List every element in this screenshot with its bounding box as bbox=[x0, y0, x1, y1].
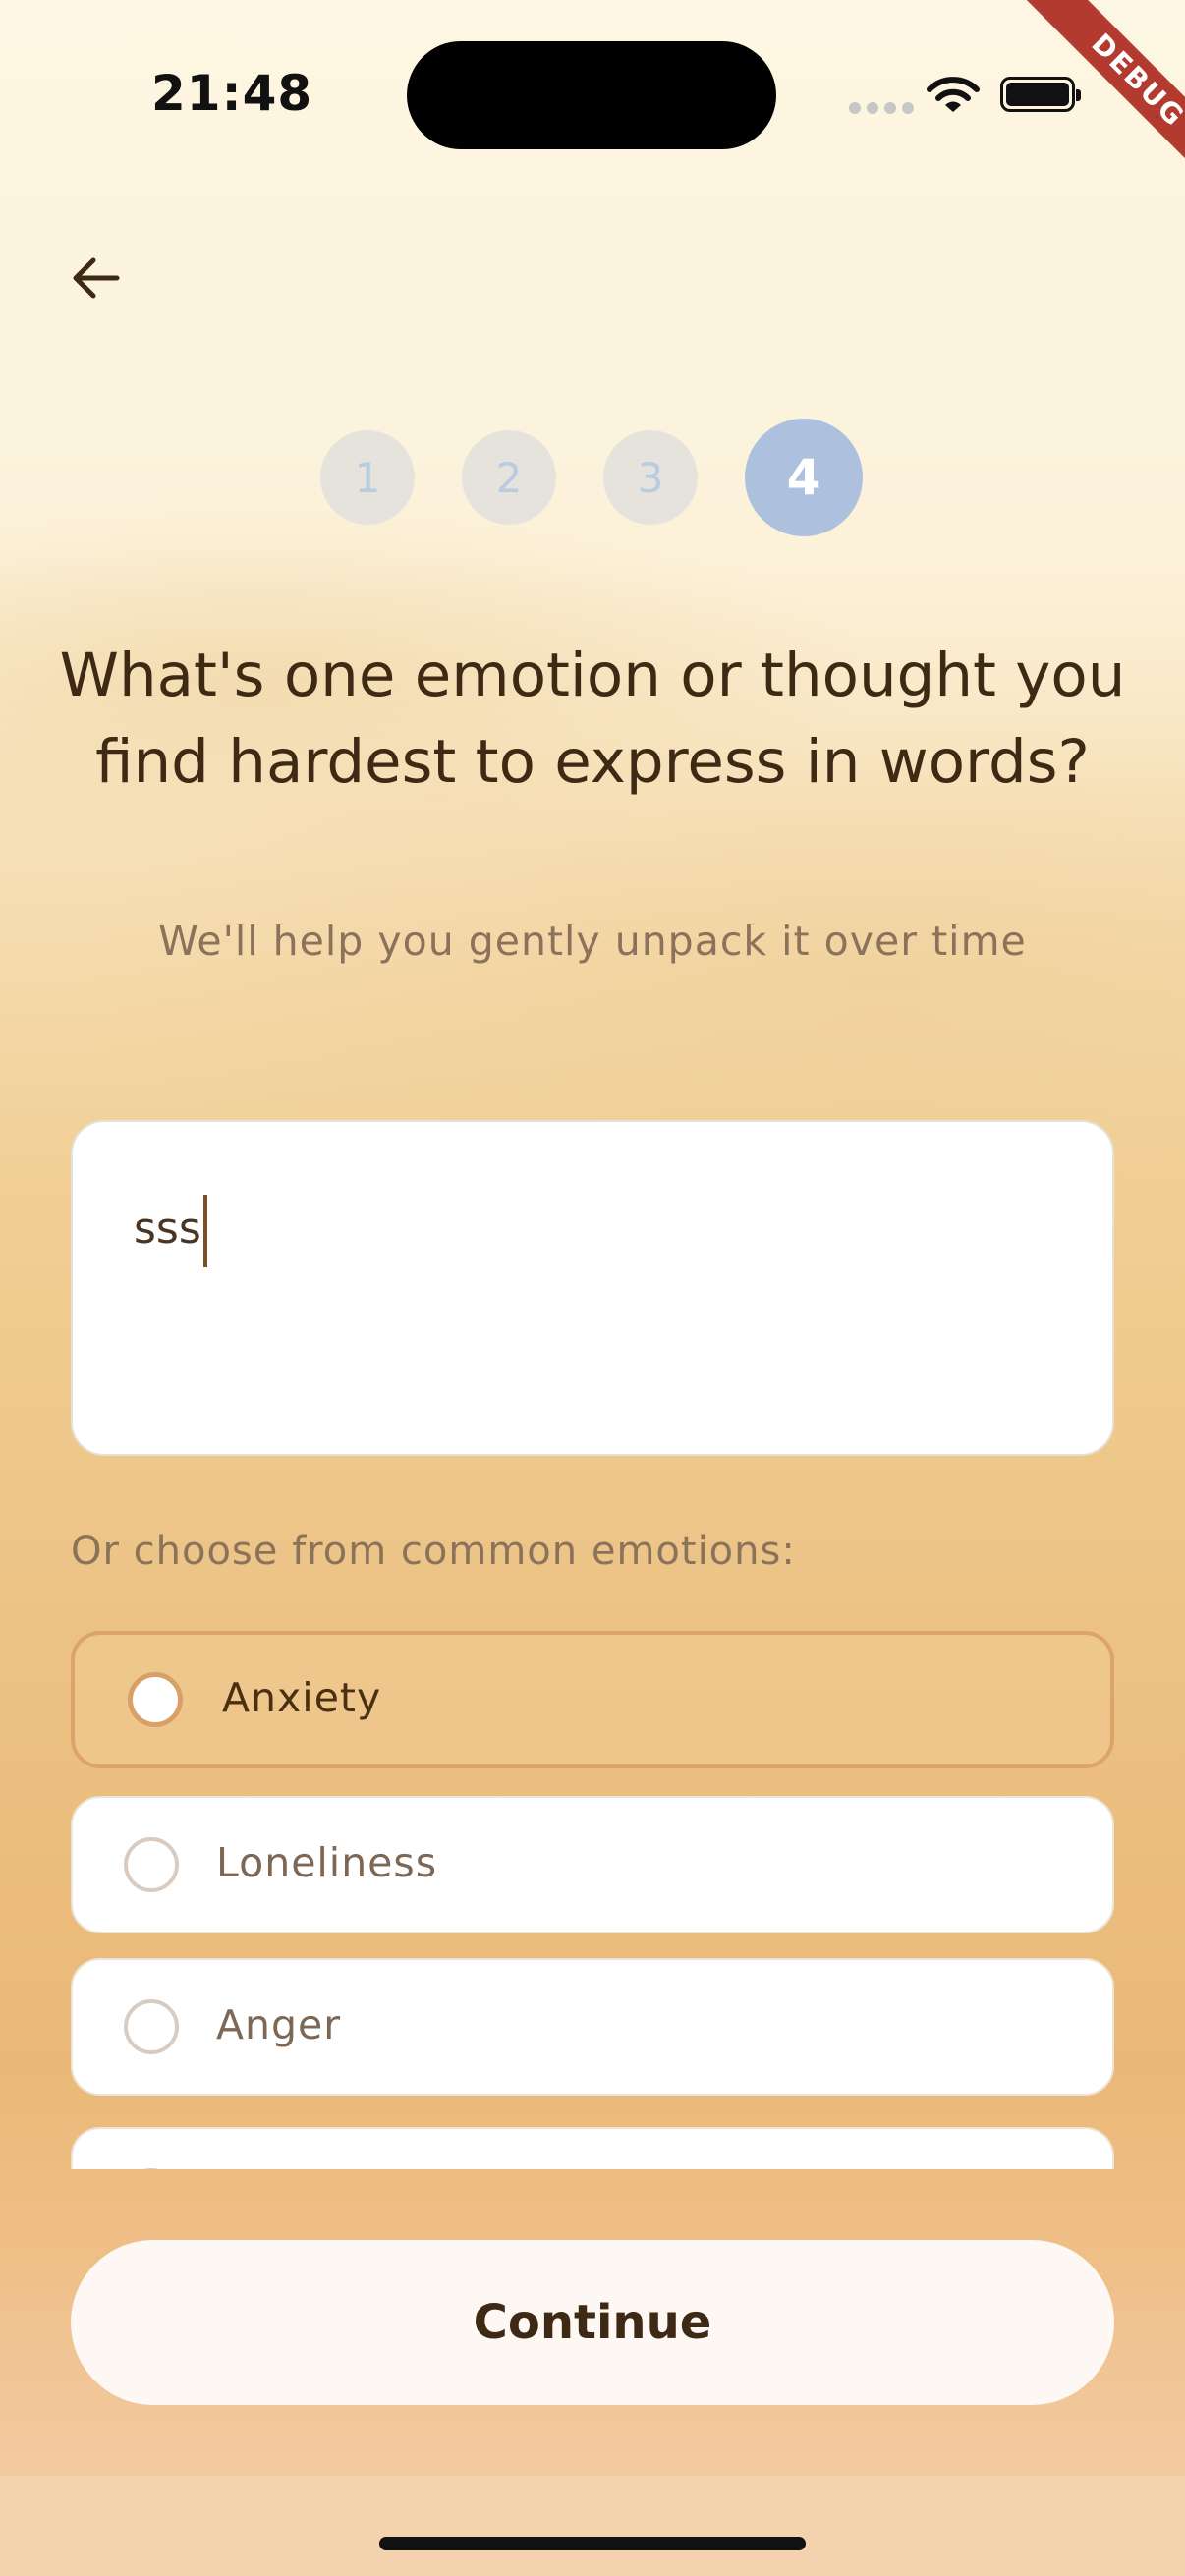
back-button[interactable] bbox=[59, 246, 132, 310]
emotion-option-anxiety[interactable]: Anxiety bbox=[71, 1631, 1114, 1768]
signal-icon bbox=[849, 102, 914, 114]
emotion-option-label: Anger bbox=[216, 2001, 342, 2048]
step-1: 1 bbox=[320, 430, 415, 525]
step-3: 3 bbox=[603, 430, 698, 525]
emotion-option-partial[interactable] bbox=[71, 2127, 1114, 2169]
radio-icon bbox=[128, 1672, 183, 1727]
continue-button[interactable]: Continue bbox=[71, 2240, 1114, 2405]
battery-icon bbox=[1000, 77, 1081, 112]
text-caret bbox=[202, 1195, 207, 1267]
emotion-options-list[interactable]: Anxiety Loneliness Anger bbox=[0, 1631, 1185, 2169]
home-indicator bbox=[379, 2537, 806, 2550]
arrow-left-icon bbox=[73, 257, 120, 299]
radio-icon bbox=[124, 2168, 179, 2169]
dynamic-island bbox=[407, 41, 776, 149]
emotion-option-label: Loneliness bbox=[216, 1839, 438, 1886]
emotion-option-loneliness[interactable]: Loneliness bbox=[71, 1796, 1114, 1933]
bottom-safe-area bbox=[0, 2476, 1185, 2576]
progress-stepper: 1 2 3 4 bbox=[0, 419, 1185, 536]
emotion-input-value-wrapper: sss bbox=[134, 1195, 207, 1267]
step-2: 2 bbox=[462, 430, 556, 525]
step-4-active: 4 bbox=[745, 419, 863, 536]
question-subtitle: We'll help you gently unpack it over tim… bbox=[158, 918, 1027, 965]
status-time: 21:48 bbox=[151, 65, 313, 122]
question-title: What's one emotion or thought you find h… bbox=[59, 641, 1126, 797]
radio-icon bbox=[124, 1999, 179, 2054]
choose-emotions-label: Or choose from common emotions: bbox=[71, 1529, 796, 1574]
emotion-text-input[interactable]: sss bbox=[71, 1120, 1114, 1456]
emotion-option-label: Anxiety bbox=[222, 1674, 382, 1721]
wifi-icon bbox=[927, 77, 980, 112]
emotion-option-anger[interactable]: Anger bbox=[71, 1958, 1114, 2096]
radio-icon bbox=[124, 1837, 179, 1892]
emotion-input-value: sss bbox=[134, 1204, 201, 1254]
